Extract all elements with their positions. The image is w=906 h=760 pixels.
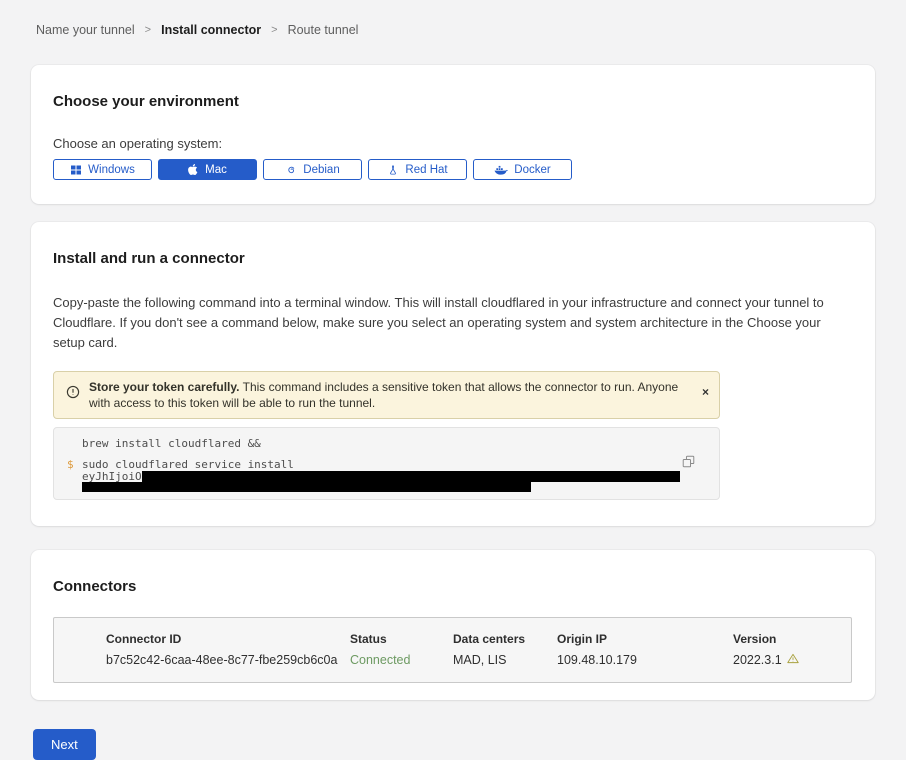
breadcrumb: Name your tunnel > Install connector > R… xyxy=(0,0,906,37)
debian-icon xyxy=(285,164,297,176)
close-icon[interactable]: × xyxy=(702,386,709,398)
install-command-code-block: brew install cloudflared && $ sudo cloud… xyxy=(53,427,720,500)
breadcrumb-step-install-connector[interactable]: Install connector xyxy=(161,23,261,37)
breadcrumb-separator: > xyxy=(271,24,277,36)
column-header-origin-ip: Origin IP xyxy=(557,632,733,646)
column-header-version: Version xyxy=(733,632,835,646)
copy-icon[interactable] xyxy=(682,455,695,471)
column-header-status: Status xyxy=(350,632,453,646)
code-line-brew-install: brew install cloudflared && xyxy=(82,438,719,449)
code-line-service-install: sudo cloudflared service install xyxy=(82,458,294,471)
token-prefix-text: eyJhIjoiO xyxy=(82,471,142,482)
next-button[interactable]: Next xyxy=(33,729,96,760)
alert-circle-icon xyxy=(66,385,80,403)
breadcrumb-step-route-tunnel[interactable]: Route tunnel xyxy=(288,23,359,37)
os-select-label: Choose an operating system: xyxy=(53,136,853,151)
connectors-card-title: Connectors xyxy=(53,578,853,595)
terminal-prompt: $ xyxy=(67,459,74,470)
install-card-title: Install and run a connector xyxy=(53,250,853,267)
windows-icon xyxy=(70,164,82,176)
redacted-token-bar xyxy=(82,482,531,492)
column-header-data-centers: Data centers xyxy=(453,632,557,646)
token-warning-text: Store your token carefully. This command… xyxy=(89,379,685,411)
install-connector-card: Install and run a connector Copy-paste t… xyxy=(31,222,875,526)
os-button-debian[interactable]: Debian xyxy=(263,159,362,180)
breadcrumb-step-name-your-tunnel[interactable]: Name your tunnel xyxy=(36,23,135,37)
data-centers-value: MAD, LIS xyxy=(453,653,557,667)
connectors-table: Connector ID Status Data centers Origin … xyxy=(53,617,852,683)
token-warning-title: Store your token carefully. xyxy=(89,380,240,394)
breadcrumb-separator: > xyxy=(145,24,151,36)
origin-ip-value: 109.48.10.179 xyxy=(557,653,733,667)
os-button-label: Red Hat xyxy=(405,164,447,176)
os-button-label: Docker xyxy=(514,164,550,176)
os-button-label: Debian xyxy=(303,164,339,176)
os-button-redhat[interactable]: Red Hat xyxy=(368,159,467,180)
column-header-connector-id: Connector ID xyxy=(106,632,350,646)
os-button-mac[interactable]: Mac xyxy=(158,159,257,180)
connectors-table-header: Connector ID Status Data centers Origin … xyxy=(106,632,835,646)
os-button-group: Windows Mac Debian Red Hat Docker xyxy=(53,159,853,180)
connectors-card: Connectors Connector ID Status Data cent… xyxy=(31,550,875,700)
connector-id-value: b7c52c42-6caa-48ee-8c77-fbe259cb6c0a xyxy=(106,653,350,667)
warning-triangle-icon xyxy=(787,653,799,667)
redacted-token-bar xyxy=(142,471,680,482)
os-button-windows[interactable]: Windows xyxy=(53,159,152,180)
token-warning-banner: Store your token carefully. This command… xyxy=(53,371,720,419)
apple-icon xyxy=(188,163,199,176)
version-value: 2022.3.1 xyxy=(733,653,782,667)
os-button-docker[interactable]: Docker xyxy=(473,159,572,180)
os-button-label: Windows xyxy=(88,164,135,176)
choose-environment-card: Choose your environment Choose an operat… xyxy=(31,65,875,204)
docker-icon xyxy=(494,164,508,176)
environment-card-title: Choose your environment xyxy=(53,93,853,110)
status-badge: Connected xyxy=(350,653,453,667)
install-card-description: Copy-paste the following command into a … xyxy=(53,293,849,353)
redhat-icon xyxy=(387,164,399,176)
os-button-label: Mac xyxy=(205,164,227,176)
table-row: b7c52c42-6caa-48ee-8c77-fbe259cb6c0a Con… xyxy=(106,653,835,667)
